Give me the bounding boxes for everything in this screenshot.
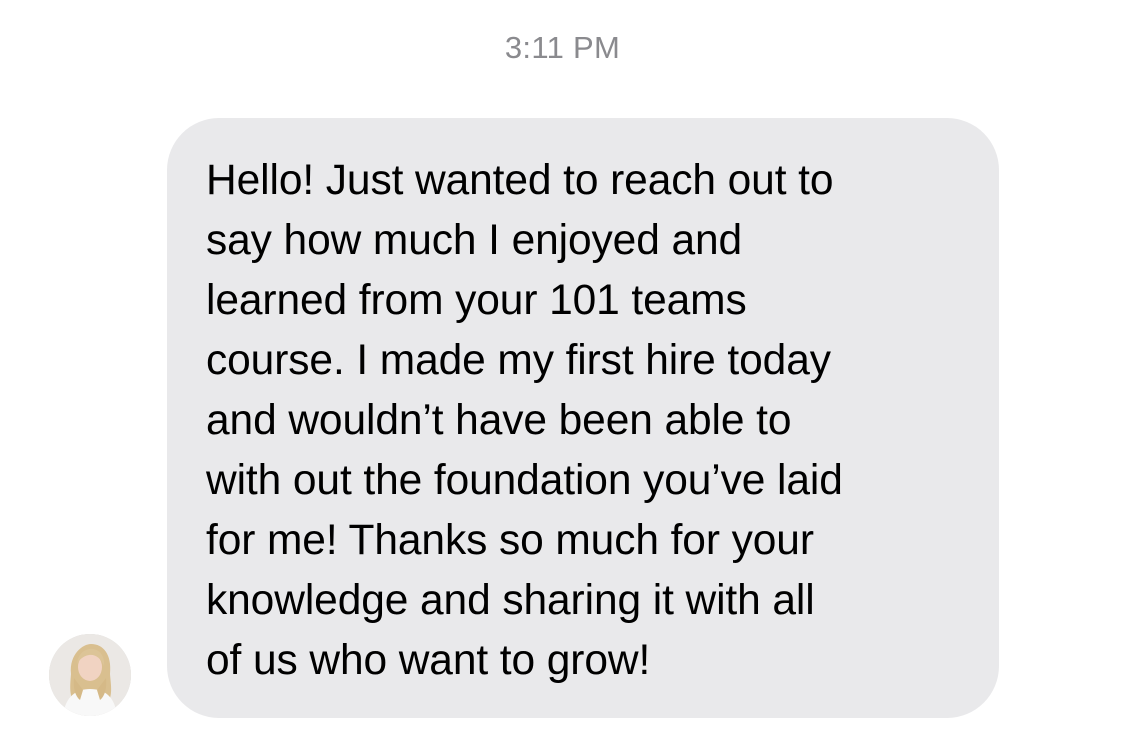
message-timestamp: 3:11 PM: [504, 30, 621, 65]
message-text: Hello! Just wanted to reach out to say h…: [206, 157, 843, 684]
profile-photo-avatar-icon: [49, 634, 131, 716]
message-bubble[interactable]: Hello! Just wanted to reach out to say h…: [167, 118, 999, 718]
avatar[interactable]: [49, 634, 131, 716]
